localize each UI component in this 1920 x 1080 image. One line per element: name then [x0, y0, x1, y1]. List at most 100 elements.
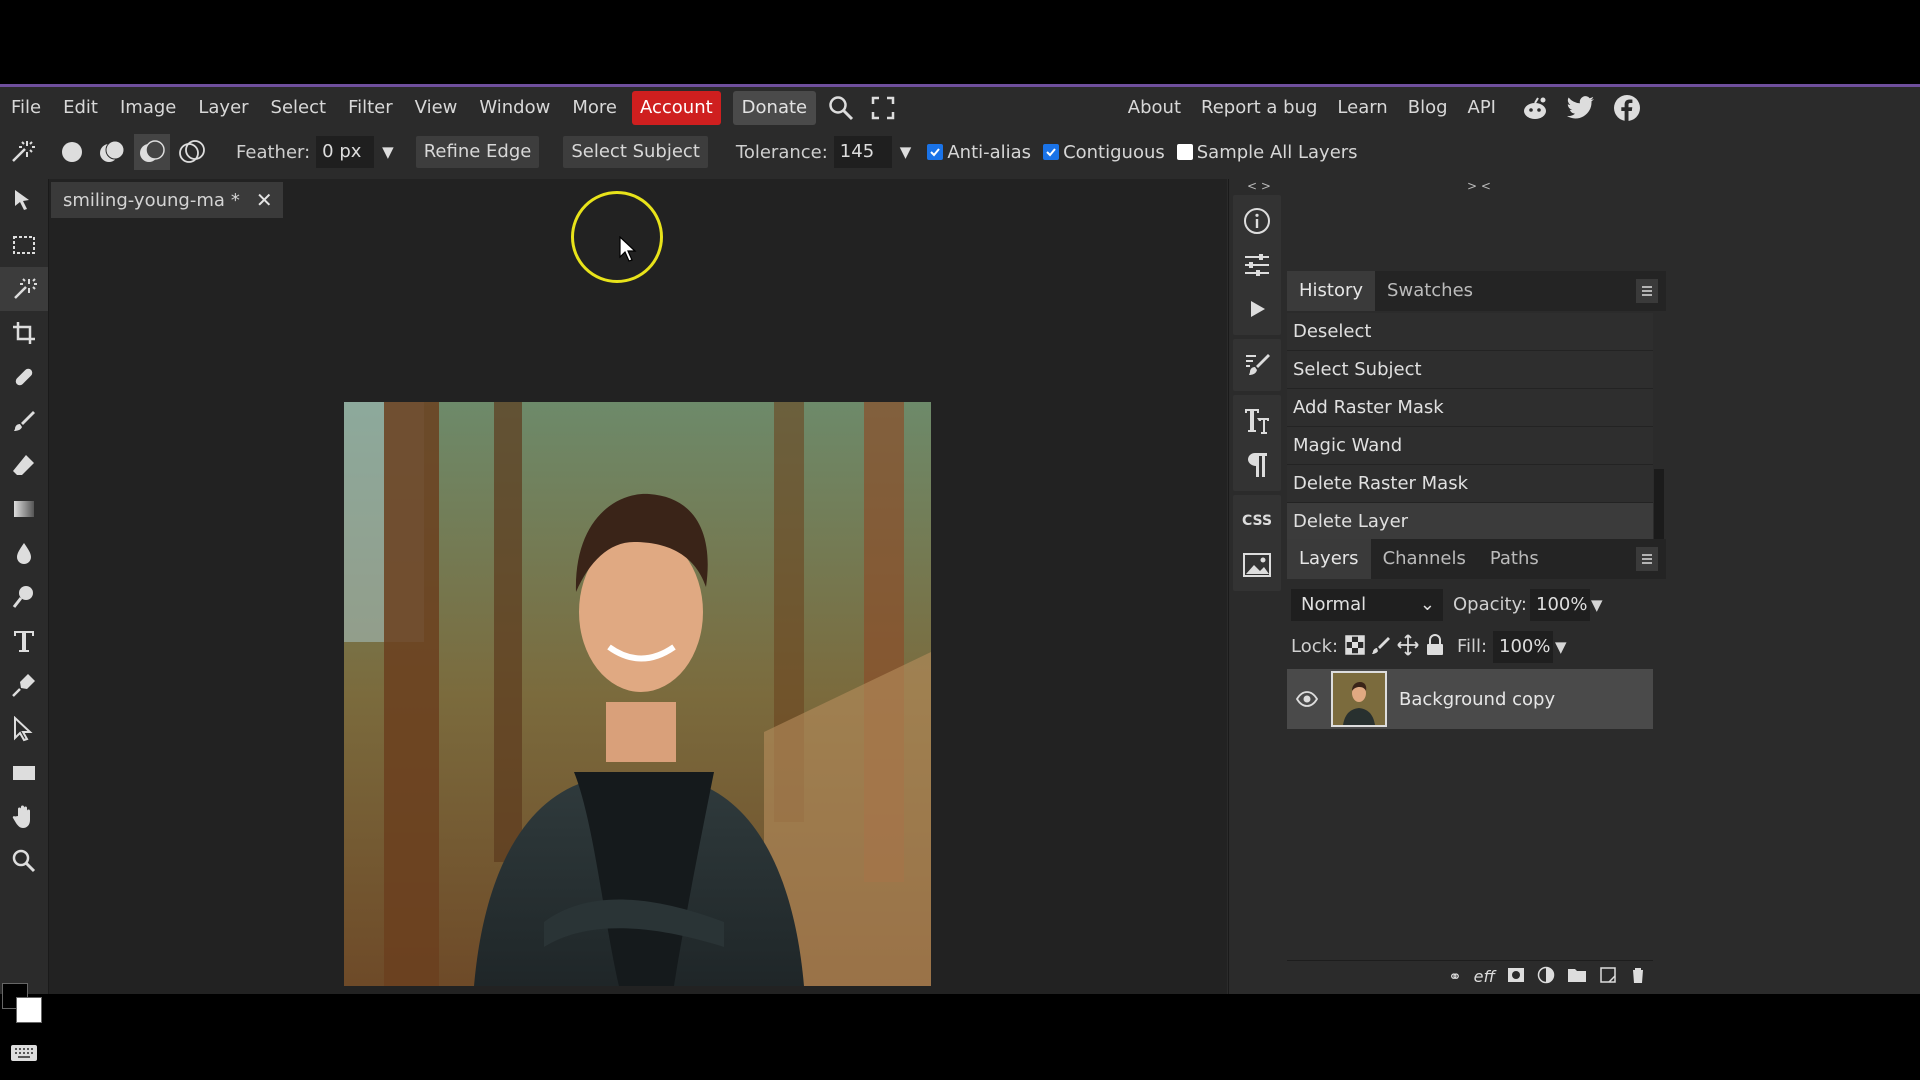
menu-window[interactable]: Window — [468, 87, 561, 129]
tab-paths[interactable]: Paths — [1478, 539, 1551, 579]
fill-dropdown-icon[interactable]: ▼ — [1555, 631, 1567, 663]
opacity-input[interactable]: 100% — [1530, 589, 1590, 621]
add-mask-icon[interactable] — [1507, 967, 1525, 987]
character-icon[interactable] — [1233, 399, 1281, 443]
path-select-tool-icon[interactable] — [0, 707, 48, 751]
sample-all-layers-checkbox[interactable] — [1176, 144, 1193, 160]
collapse-arrows-icon[interactable]: < > — [1247, 179, 1271, 193]
right-panels: > < History Swatches Deselect Select Sub… — [1287, 179, 1666, 994]
adjustment-layer-icon[interactable] — [1537, 966, 1555, 988]
learn-link[interactable]: Learn — [1327, 87, 1397, 129]
actions-play-icon[interactable] — [1233, 287, 1281, 331]
history-panel-menu-icon[interactable] — [1636, 279, 1658, 303]
anti-alias-checkbox[interactable] — [927, 144, 944, 160]
tab-swatches[interactable]: Swatches — [1375, 271, 1485, 311]
api-link[interactable]: API — [1458, 87, 1506, 129]
keyboard-icon[interactable] — [0, 1031, 48, 1075]
tolerance-input[interactable]: 145 — [833, 136, 892, 168]
zoom-tool-icon[interactable] — [0, 839, 48, 883]
twitter-icon[interactable] — [1564, 91, 1598, 125]
blog-link[interactable]: Blog — [1398, 87, 1458, 129]
history-item[interactable]: Add Raster Mask — [1287, 389, 1653, 427]
magic-wand-tool-icon[interactable] — [0, 267, 48, 311]
blend-mode-select[interactable]: Normal ⌄ — [1291, 589, 1443, 621]
tolerance-dropdown-icon[interactable]: ▼ — [900, 143, 912, 161]
menu-filter[interactable]: Filter — [337, 87, 404, 129]
feather-dropdown-icon[interactable]: ▼ — [382, 143, 394, 161]
new-group-folder-icon[interactable] — [1567, 967, 1587, 987]
eraser-tool-icon[interactable] — [0, 443, 48, 487]
tab-history[interactable]: History — [1287, 271, 1376, 311]
opacity-dropdown-icon[interactable]: ▼ — [1591, 589, 1603, 621]
blur-tool-icon[interactable] — [0, 531, 48, 575]
about-link[interactable]: About — [1118, 87, 1191, 129]
pen-tool-icon[interactable] — [0, 663, 48, 707]
report-bug-link[interactable]: Report a bug — [1191, 87, 1327, 129]
search-icon[interactable] — [824, 91, 858, 125]
menu-file[interactable]: File — [0, 87, 52, 129]
select-subject-button[interactable]: Select Subject — [563, 136, 708, 168]
lock-all-icon[interactable] — [1425, 633, 1445, 661]
history-item[interactable]: Magic Wand — [1287, 427, 1653, 465]
gradient-tool-icon[interactable] — [0, 487, 48, 531]
lock-position-icon[interactable] — [1397, 633, 1419, 661]
refine-edge-button[interactable]: Refine Edge — [415, 136, 540, 168]
brush-settings-icon[interactable] — [1233, 343, 1281, 387]
subtract-selection-icon[interactable] — [134, 134, 170, 170]
lock-transparency-icon[interactable] — [1345, 634, 1365, 660]
history-item[interactable]: Delete Layer — [1287, 503, 1653, 541]
layers-panel-menu-icon[interactable] — [1636, 547, 1658, 571]
fullscreen-icon[interactable] — [866, 91, 900, 125]
account-button[interactable]: Account — [631, 91, 721, 125]
image-icon[interactable] — [1233, 543, 1281, 587]
link-layers-icon[interactable]: ⚭ — [1448, 967, 1461, 986]
menu-select[interactable]: Select — [260, 87, 338, 129]
add-selection-icon[interactable] — [94, 134, 130, 170]
layer-row[interactable]: Background copy — [1287, 669, 1653, 729]
color-swatches[interactable] — [0, 979, 48, 1029]
history-item[interactable]: Delete Raster Mask — [1287, 465, 1653, 503]
close-tab-icon[interactable]: ✕ — [256, 188, 273, 212]
menu-edit[interactable]: Edit — [52, 87, 109, 129]
donate-button[interactable]: Donate — [732, 91, 817, 125]
dodge-tool-icon[interactable] — [0, 575, 48, 619]
tab-layers[interactable]: Layers — [1287, 539, 1371, 579]
menu-right-links: About Report a bug Learn Blog API — [1118, 87, 1644, 129]
reddit-icon[interactable] — [1518, 91, 1552, 125]
adjustments-icon[interactable] — [1233, 243, 1281, 287]
tab-channels[interactable]: Channels — [1371, 539, 1478, 579]
brush-tool-icon[interactable] — [0, 399, 48, 443]
background-color-swatch[interactable] — [16, 997, 42, 1023]
paragraph-icon[interactable] — [1233, 443, 1281, 487]
history-item[interactable]: Select Subject — [1287, 351, 1653, 389]
eye-icon[interactable] — [1287, 691, 1327, 707]
history-scrollbar[interactable] — [1654, 469, 1664, 539]
move-tool-icon[interactable] — [0, 179, 48, 223]
facebook-icon[interactable] — [1610, 91, 1644, 125]
healing-tool-icon[interactable] — [0, 355, 48, 399]
new-selection-icon[interactable] — [54, 134, 90, 170]
canvas-image[interactable] — [344, 402, 931, 986]
fill-input[interactable]: 100% — [1493, 631, 1553, 663]
type-tool-icon[interactable] — [0, 619, 48, 663]
intersect-selection-icon[interactable] — [174, 134, 210, 170]
menu-layer[interactable]: Layer — [187, 87, 259, 129]
hand-tool-icon[interactable] — [0, 795, 48, 839]
info-icon[interactable] — [1233, 199, 1281, 243]
new-layer-icon[interactable] — [1599, 966, 1617, 988]
marquee-tool-icon[interactable] — [0, 223, 48, 267]
panel-collapse-arrows-icon[interactable]: > < — [1467, 179, 1491, 193]
css-icon[interactable]: CSS — [1233, 499, 1281, 543]
menu-image[interactable]: Image — [109, 87, 187, 129]
menu-view[interactable]: View — [404, 87, 469, 129]
contiguous-checkbox[interactable] — [1043, 144, 1060, 160]
layer-effects-icon[interactable]: eff — [1474, 967, 1495, 986]
lock-pixels-icon[interactable] — [1371, 635, 1391, 660]
history-item[interactable]: Deselect — [1287, 313, 1653, 351]
menu-more[interactable]: More — [561, 87, 628, 129]
delete-layer-icon[interactable] — [1629, 966, 1647, 988]
feather-input[interactable]: 0 px — [316, 136, 375, 168]
document-tab[interactable]: smiling-young-ma * ✕ — [51, 182, 283, 218]
crop-tool-icon[interactable] — [0, 311, 48, 355]
shape-tool-icon[interactable] — [0, 751, 48, 795]
